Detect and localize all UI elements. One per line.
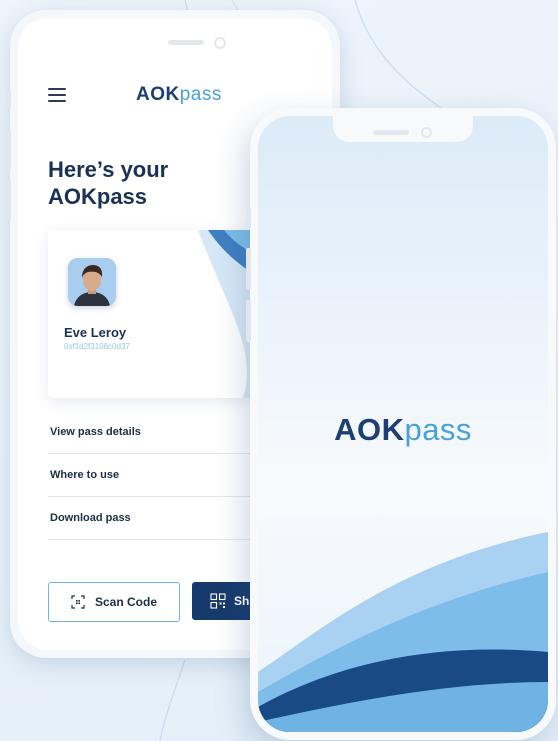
volume-up-button xyxy=(246,248,251,290)
scan-code-label: Scan Code xyxy=(94,595,157,609)
qr-scan-icon xyxy=(71,595,85,609)
scan-code-button[interactable]: Scan Code xyxy=(48,582,180,622)
menu-item-label: Download pass xyxy=(50,512,131,524)
splash-logo: AOKpass xyxy=(258,412,548,448)
pass-holder-id: 0xf1d2f3108c0d37 xyxy=(64,342,130,351)
hamburger-menu-icon[interactable] xyxy=(48,88,66,102)
side-button xyxy=(6,90,11,108)
avatar xyxy=(68,258,116,306)
pass-holder-name: Eve Leroy xyxy=(64,325,127,340)
side-button xyxy=(246,208,251,228)
person-avatar-icon xyxy=(68,258,116,306)
app-logo: AOKpass xyxy=(136,84,222,106)
front-phone: AOKpass xyxy=(246,108,556,740)
page-title-line1: Here’s your xyxy=(48,157,169,182)
qr-code-icon xyxy=(210,593,226,609)
menu-item-label: View pass details xyxy=(50,426,141,438)
page-title-line2: AOKpass xyxy=(48,184,148,209)
volume-up-button xyxy=(6,130,11,170)
logo-light-text: pass xyxy=(179,84,222,105)
splash-logo-strong-text: AOK xyxy=(334,412,405,447)
phone-notch xyxy=(333,116,473,142)
camera-dot xyxy=(214,37,226,49)
page-title: Here’s your AOKpass xyxy=(48,156,228,210)
menu-item-label: Where to use xyxy=(50,469,120,481)
splash-logo-light-text: pass xyxy=(404,412,472,447)
splash-wave-decoration xyxy=(258,532,548,732)
speaker-slot xyxy=(373,130,409,135)
logo-strong-text: AOK xyxy=(136,84,180,105)
splash-screen: AOKpass xyxy=(258,116,548,732)
volume-down-button xyxy=(246,300,251,342)
volume-down-button xyxy=(6,180,11,220)
speaker-slot xyxy=(168,40,204,45)
camera-dot xyxy=(421,127,432,138)
